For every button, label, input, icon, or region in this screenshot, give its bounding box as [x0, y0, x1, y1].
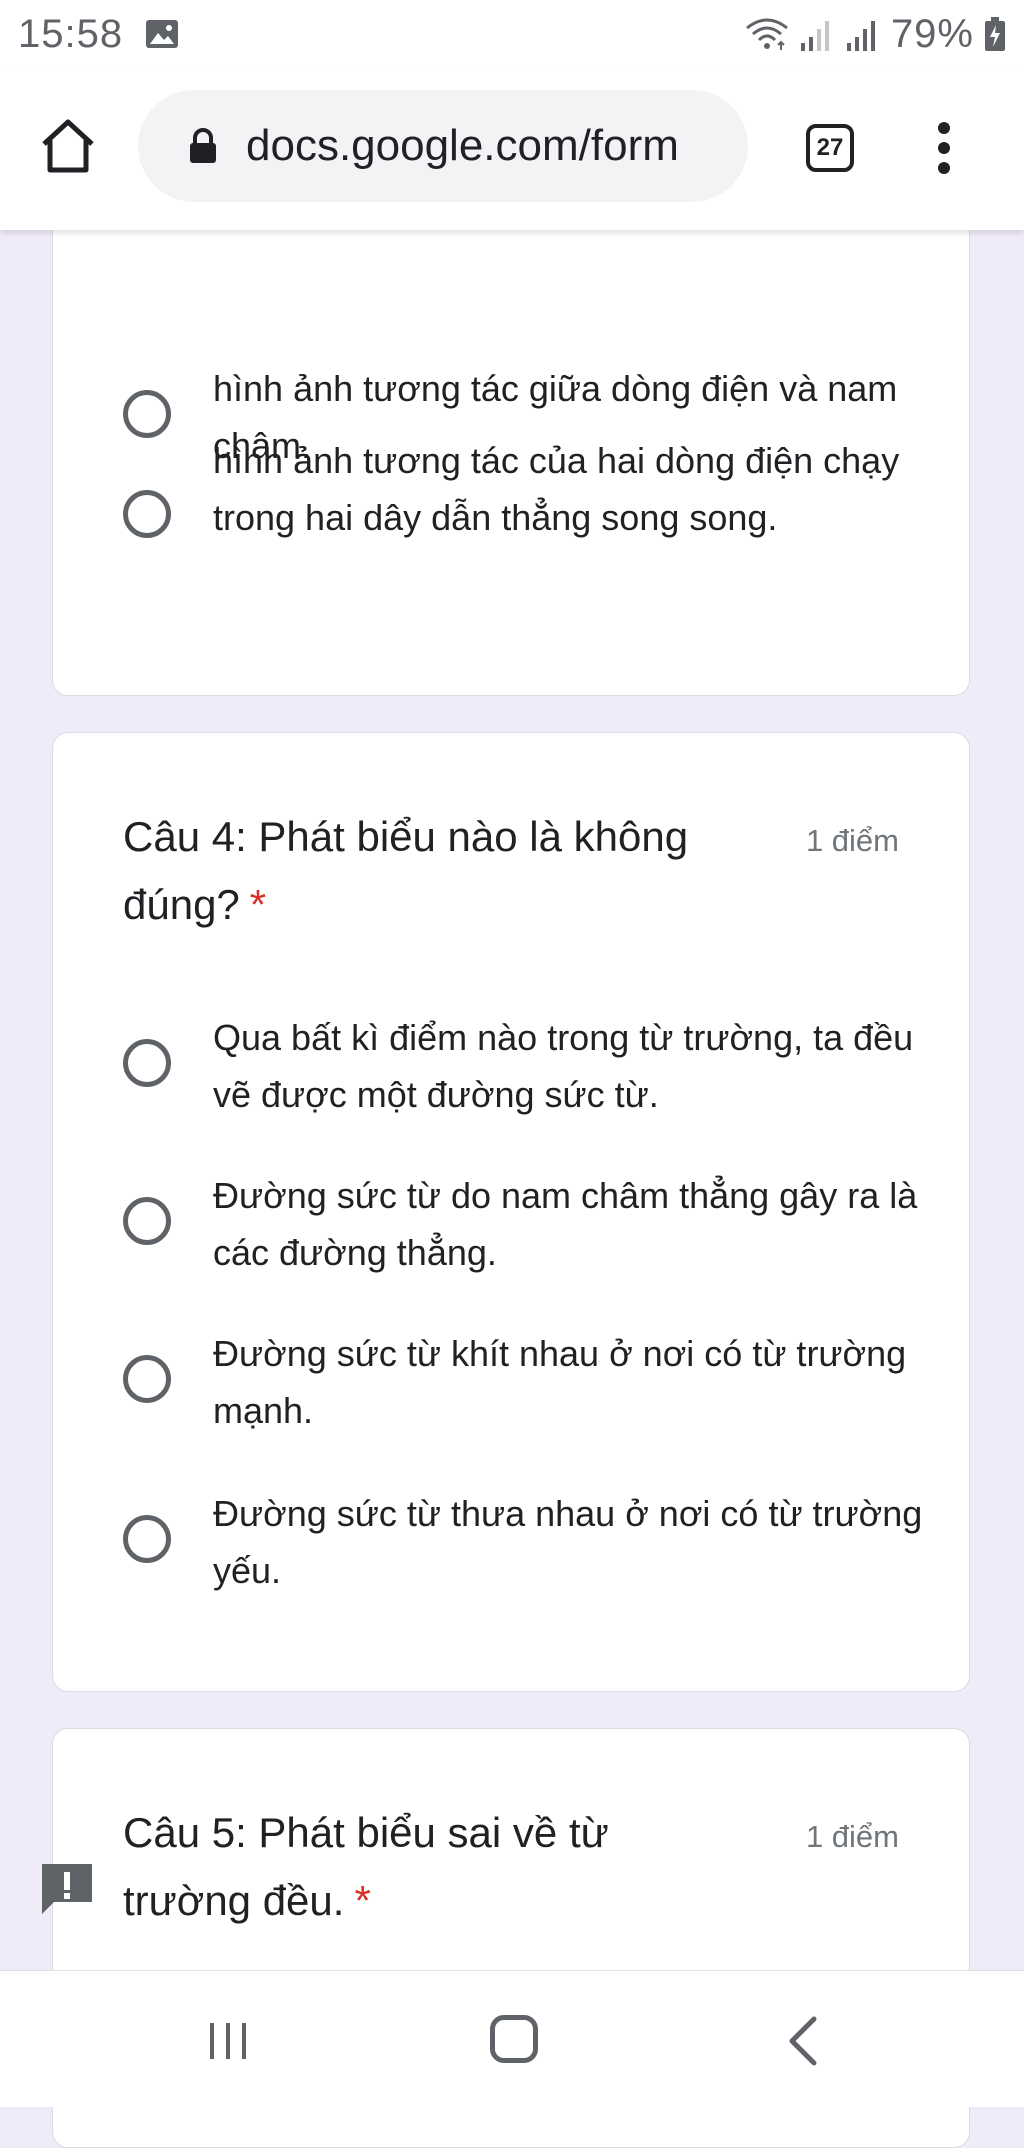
- option-label[interactable]: Đường sức từ do nam châm thẳng gây ra là…: [213, 1167, 933, 1281]
- home-nav-icon[interactable]: [490, 2015, 538, 2063]
- question-card: Câu 4: Phát biểu nào là không đúng? * 1 đ…: [52, 732, 970, 1692]
- battery-percentage: 79%: [890, 11, 974, 56]
- question-points: 1 điểm: [805, 823, 899, 858]
- radio-button[interactable]: [123, 1197, 171, 1245]
- wifi-icon: [746, 18, 788, 50]
- recents-icon[interactable]: [206, 2019, 250, 2063]
- report-feedback-icon[interactable]: [38, 1860, 96, 1918]
- question-points: 1 điểm: [805, 1819, 899, 1854]
- option-label[interactable]: Qua bất kì điểm nào trong từ trường, ta …: [213, 1009, 933, 1123]
- question-title: Câu 4: Phát biểu nào là không đúng? *: [123, 803, 743, 939]
- radio-button[interactable]: [123, 1515, 171, 1563]
- required-mark: *: [249, 881, 267, 928]
- url-text: docs.google.com/form: [246, 121, 679, 170]
- back-icon[interactable]: [782, 2013, 822, 2069]
- tab-switcher-button[interactable]: 27: [806, 124, 854, 172]
- signal-icon: [846, 21, 875, 51]
- required-mark: *: [354, 1877, 371, 1924]
- image-notification-icon: [146, 20, 179, 48]
- radio-button[interactable]: [123, 1039, 171, 1087]
- radio-button[interactable]: [123, 390, 171, 438]
- option-label[interactable]: Đường sức từ khít nhau ở nơi có từ trườn…: [213, 1325, 933, 1439]
- lock-icon: [190, 128, 216, 163]
- status-bar: 15:58 79%: [0, 0, 1024, 68]
- question-card: hình ảnh tương tác giữa dòng điện và nam…: [52, 180, 970, 696]
- option-label: hình ảnh tương tác của hai dòng điện chạ…: [213, 440, 900, 538]
- more-vert-icon[interactable]: [926, 122, 962, 178]
- status-right: 79%: [745, 12, 1006, 57]
- signal-icon: [800, 21, 829, 51]
- option-label[interactable]: Đường sức từ thưa nhau ở nơi có từ trườn…: [213, 1485, 933, 1599]
- question-title-text: Câu 4: Phát biểu nào là không đúng?: [123, 813, 689, 928]
- question-title: Câu 5: Phát biểu sai về từ trường đều. *: [123, 1799, 743, 1935]
- status-time: 15:58: [18, 11, 124, 56]
- home-icon[interactable]: [36, 114, 100, 178]
- browser-toolbar: docs.google.com/form 27: [0, 68, 1024, 230]
- address-bar[interactable]: docs.google.com/form: [138, 90, 748, 202]
- battery-charging-icon: [985, 17, 1005, 51]
- radio-button[interactable]: [123, 490, 171, 538]
- radio-button[interactable]: [123, 1355, 171, 1403]
- system-navigation-bar: [0, 1970, 1024, 2107]
